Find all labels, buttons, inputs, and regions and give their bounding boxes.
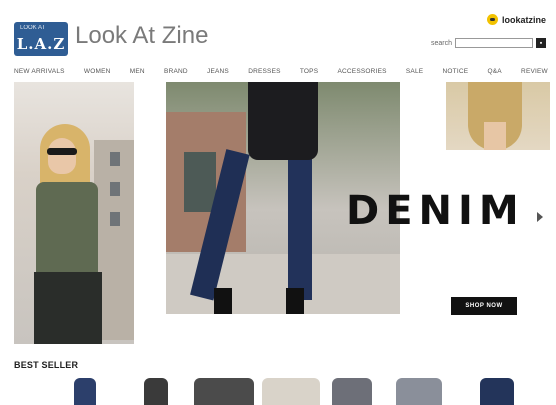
photo-window [110, 182, 120, 196]
product-thumbnail[interactable] [332, 378, 372, 405]
left-model-photo[interactable] [14, 82, 134, 344]
nav-item-notice[interactable]: NOTICE [443, 68, 469, 75]
search-input[interactable] [455, 38, 533, 48]
hero-shirt [248, 82, 318, 160]
photo-model-face [48, 138, 76, 174]
photo-model-pants [34, 272, 102, 344]
right-model-photo[interactable] [446, 82, 550, 150]
nav-item-dresses[interactable]: DRESSES [248, 68, 280, 75]
nav-item-women[interactable]: WOMEN [84, 68, 111, 75]
product-thumbnail[interactable] [480, 378, 514, 405]
hero-boot [286, 288, 304, 314]
banner-headline: DENIM [346, 188, 525, 234]
nav-item-tops[interactable]: TOPS [300, 68, 318, 75]
photo-model-sunglasses [47, 148, 77, 155]
photo-model-neck [484, 122, 506, 150]
logo[interactable]: LOOK AT L.A.Z [14, 22, 68, 56]
nav-item-qa[interactable]: Q&A [488, 68, 502, 75]
shop-now-button[interactable]: SHOP NOW [451, 297, 517, 315]
search-label: search [430, 39, 452, 47]
hero-boot [214, 288, 232, 314]
nav-item-review[interactable]: REVIEW [521, 68, 548, 75]
hero-jeans-leg [288, 152, 312, 300]
product-thumbnail[interactable] [262, 378, 320, 405]
main-nav: NEW ARRIVALS WOMEN MEN BRAND JEANS DRESS… [14, 68, 548, 75]
nav-item-new-arrivals[interactable]: NEW ARRIVALS [14, 68, 65, 75]
logo-badge-text: L.A.Z [16, 35, 66, 53]
site-title[interactable]: Look At Zine [75, 22, 208, 50]
photo-model-top [36, 182, 98, 277]
photo-window [110, 152, 120, 166]
account-link[interactable]: lookatzine [486, 14, 546, 25]
nav-item-brand[interactable]: BRAND [164, 68, 188, 75]
arrow-right-icon[interactable] [537, 212, 543, 222]
nav-item-men[interactable]: MEN [130, 68, 145, 75]
logo-small-text: LOOK AT [20, 25, 46, 31]
product-thumbnail[interactable] [144, 378, 168, 405]
hero-door [184, 152, 216, 212]
nav-item-jeans[interactable]: JEANS [207, 68, 229, 75]
best-seller-products [14, 376, 556, 405]
product-thumbnail[interactable] [194, 378, 254, 405]
photo-window [110, 212, 120, 226]
best-seller-title: BEST SELLER [14, 360, 79, 370]
account-label: lookatzine [501, 14, 546, 25]
nav-item-sale[interactable]: SALE [406, 68, 423, 75]
product-thumbnail[interactable] [396, 378, 442, 405]
search-go-icon[interactable]: ▪ [536, 38, 546, 48]
chat-icon [486, 14, 498, 25]
product-thumbnail[interactable] [74, 378, 96, 405]
search-bar: search ▪ [431, 38, 546, 48]
nav-item-accessories[interactable]: ACCESSORIES [337, 68, 386, 75]
